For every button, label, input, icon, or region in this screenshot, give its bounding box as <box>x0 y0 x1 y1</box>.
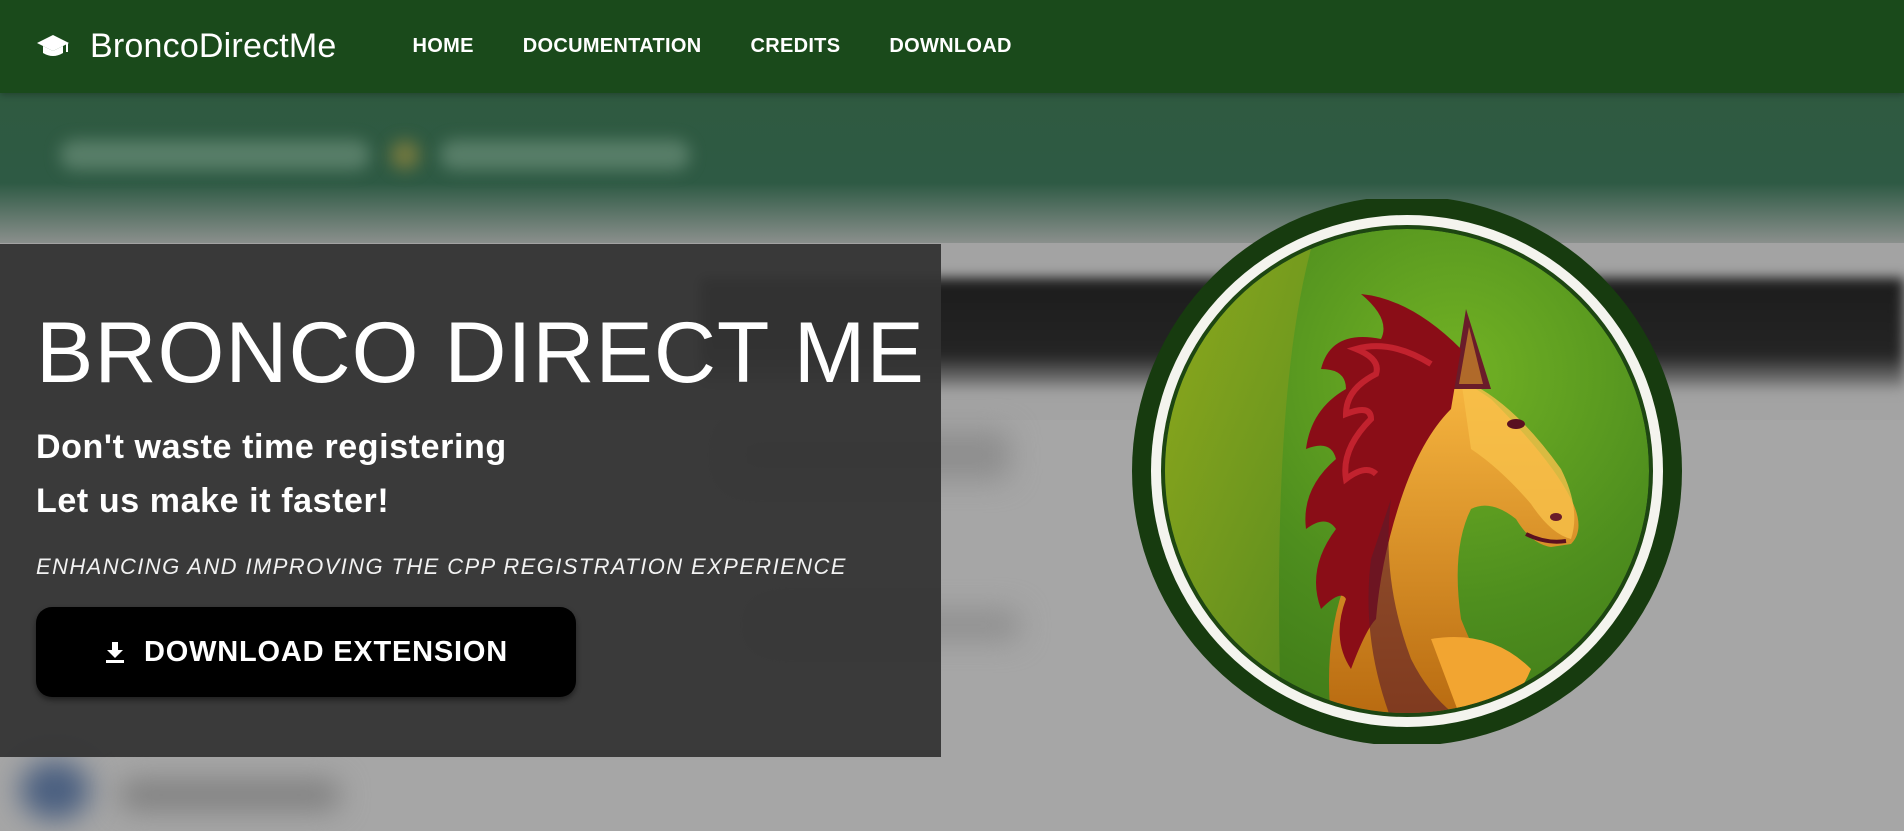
download-extension-button[interactable]: DOWNLOAD EXTENSION <box>36 607 576 697</box>
download-icon <box>104 639 128 665</box>
nav-item-documentation[interactable]: DOCUMENTATION <box>523 35 702 58</box>
nav-item-home[interactable]: HOME <box>413 35 474 58</box>
blurred-text-block <box>390 140 420 170</box>
blurred-text-block <box>440 140 690 170</box>
hero-subtitle-line-2: Let us make it faster! <box>36 482 390 520</box>
blurred-text-block <box>120 780 340 810</box>
hero-tagline: ENHANCING AND IMPROVING THE CPP REGISTRA… <box>36 554 847 579</box>
nav-item-credits[interactable]: CREDITS <box>750 35 840 58</box>
brand-name: BroncoDirectMe <box>90 27 337 65</box>
nav-links: HOME DOCUMENTATION CREDITS DOWNLOAD <box>413 35 1061 58</box>
bronco-horse-logo <box>1131 196 1683 746</box>
hero-title: BRONCO DIRECT ME <box>36 305 925 401</box>
download-extension-label: DOWNLOAD EXTENSION <box>143 635 508 668</box>
blurred-avatar <box>20 760 90 820</box>
brand-link[interactable]: BroncoDirectMe <box>36 27 337 66</box>
top-navbar: BroncoDirectMe HOME DOCUMENTATION CREDIT… <box>0 0 1904 93</box>
graduation-cap-icon <box>36 32 70 62</box>
hero-subtitle-line-1: Don't waste time registering <box>36 428 507 466</box>
blurred-text-block <box>60 140 370 170</box>
nav-item-download[interactable]: DOWNLOAD <box>889 35 1011 58</box>
hero-panel: BRONCO DIRECT ME Don't waste time regist… <box>0 244 941 757</box>
